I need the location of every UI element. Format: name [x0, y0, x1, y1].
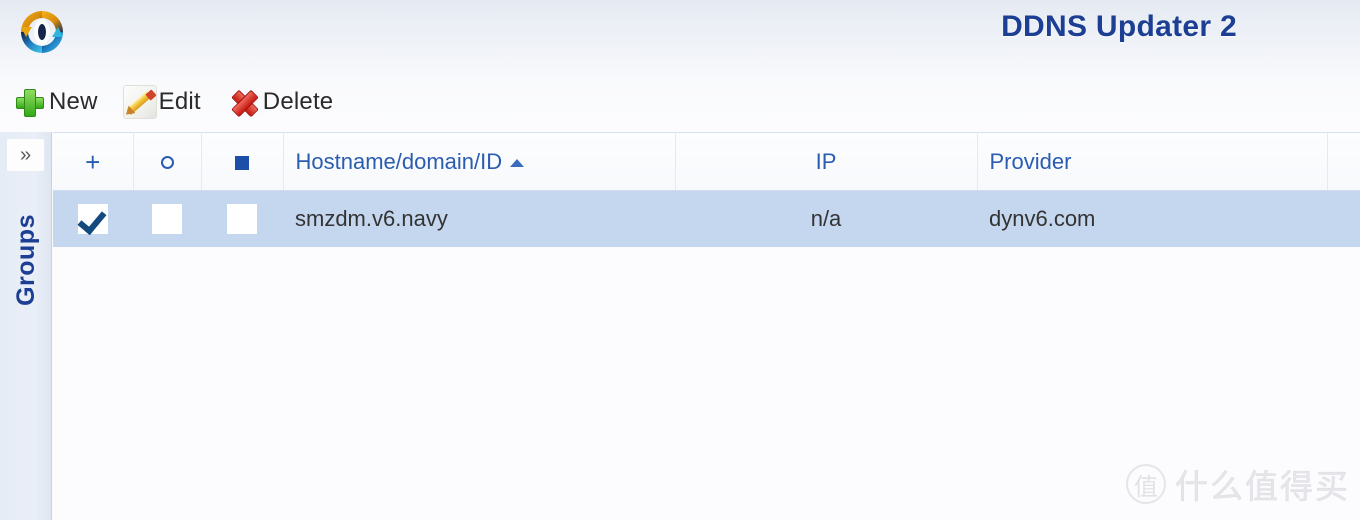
plus-icon: + [85, 147, 101, 178]
ddns-entries-table-container: + Hostname/domain/ID IP Provider smzdm.v… [53, 132, 1360, 520]
table-header: + Hostname/domain/ID IP Provider [53, 132, 1360, 191]
table-body: smzdm.v6.navy n/a dynv6.com [53, 190, 1360, 247]
square-icon [235, 155, 249, 170]
row-square-checkbox-cell[interactable] [201, 190, 283, 247]
app-header: DDNS Updater 2 New Edit Delete [0, 0, 1360, 132]
groups-sidebar: » Groups [0, 132, 52, 520]
row-circle-checkbox[interactable] [152, 203, 182, 234]
pencil-edit-icon [123, 86, 156, 118]
sidebar-expand-button[interactable]: » [7, 139, 44, 171]
page-title: DDNS Updater 2 [1001, 10, 1237, 43]
edit-button[interactable]: Edit [123, 80, 207, 124]
edit-button-label: Edit [158, 88, 201, 115]
column-header-hostname[interactable]: Hostname/domain/ID [283, 132, 676, 191]
row-hostname-cell[interactable]: smzdm.v6.navy [283, 190, 675, 247]
delete-button-label: Delete [262, 88, 334, 115]
column-header-extra[interactable] [1327, 132, 1360, 191]
row-square-checkbox[interactable] [227, 203, 257, 234]
column-header-square[interactable] [201, 132, 284, 191]
red-x-delete-icon [228, 86, 260, 118]
row-select-checkbox[interactable] [78, 203, 108, 234]
toolbar: New Edit Delete [0, 76, 339, 128]
column-header-hostname-label: Hostname/domain/ID [295, 148, 503, 174]
circle-icon [160, 156, 174, 170]
row-circle-checkbox-cell[interactable] [133, 190, 201, 247]
row-select-checkbox-cell[interactable] [53, 190, 133, 247]
column-header-ip-label: IP [815, 148, 837, 174]
new-button[interactable]: New [14, 80, 104, 124]
row-ip-cell[interactable]: n/a [675, 190, 977, 247]
ddns-entries-table: + Hostname/domain/ID IP Provider smzdm.v… [53, 132, 1360, 247]
column-header-circle[interactable] [133, 132, 202, 191]
column-header-checkbox[interactable]: + [53, 132, 134, 191]
sidebar-groups-label: Groups [11, 214, 40, 306]
sidebar-item-groups[interactable]: Groups [0, 180, 52, 340]
delete-button[interactable]: Delete [228, 80, 340, 124]
table-row[interactable]: smzdm.v6.navy n/a dynv6.com [53, 190, 1360, 247]
new-button-label: New [49, 88, 98, 115]
row-provider-cell[interactable]: dynv6.com [977, 190, 1327, 247]
column-header-provider-label: Provider [989, 148, 1072, 174]
row-extra-cell[interactable] [1327, 190, 1360, 247]
table-header-row: + Hostname/domain/ID IP Provider [53, 132, 1360, 191]
column-header-provider[interactable]: Provider [977, 132, 1328, 191]
column-header-ip[interactable]: IP [675, 132, 978, 191]
sync-refresh-circle-icon [15, 5, 69, 59]
sort-ascending-icon [510, 158, 525, 167]
green-plus-icon [14, 86, 46, 118]
